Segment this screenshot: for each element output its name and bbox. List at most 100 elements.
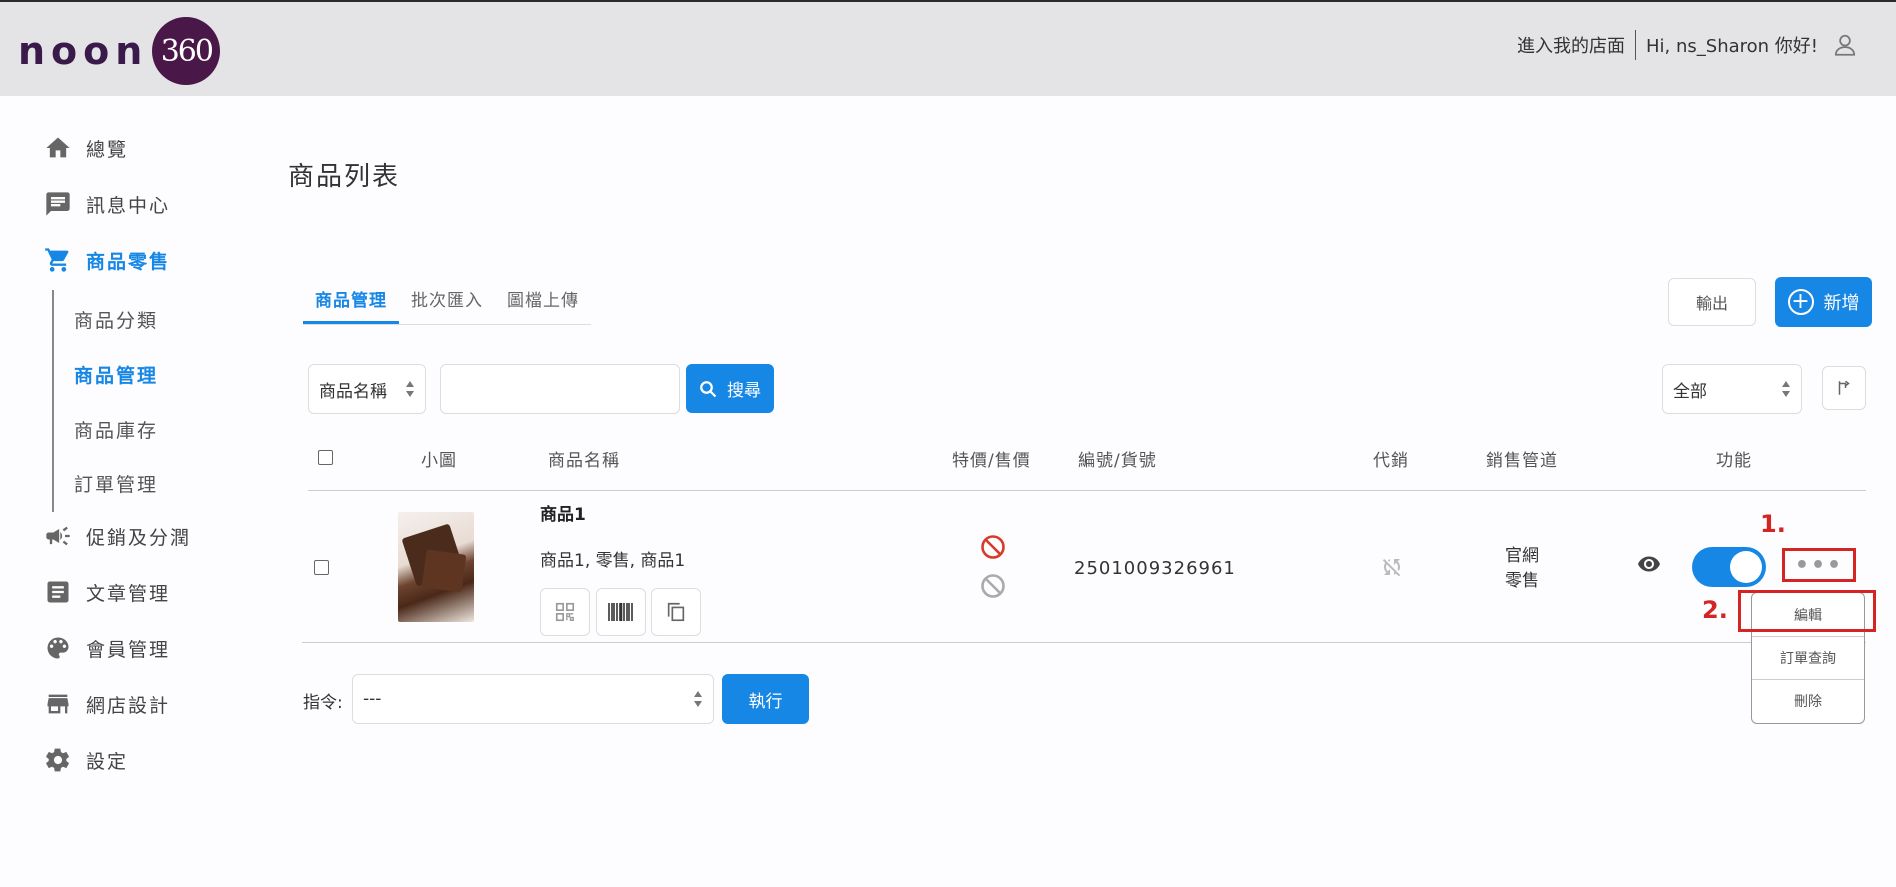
greeting-text: Hi, ns_Sharon 你好!: [1646, 36, 1818, 57]
add-button-label: 新增: [1823, 293, 1860, 314]
sidebar-subitem-inventory[interactable]: 商品庫存: [74, 416, 158, 443]
sidebar-item-label: 訊息中心: [86, 194, 171, 217]
column-header-channel: 銷售管道: [1486, 451, 1558, 471]
annotation-step-2: 2.: [1702, 596, 1728, 624]
edit-highlight-box: [1738, 590, 1876, 632]
header-divider: [308, 490, 1866, 491]
row-checkbox[interactable]: [314, 560, 329, 575]
top-bar: noon 360 進入我的店面 Hi, ns_Sharon 你好!: [0, 0, 1896, 96]
sidebar-item-articles[interactable]: 文章管理: [44, 578, 170, 606]
product-sku: 2501009326961: [1074, 558, 1236, 579]
menu-separator: [1752, 636, 1864, 637]
menu-separator: [1752, 679, 1864, 680]
cart-icon: [45, 248, 69, 272]
copy-button[interactable]: [651, 588, 701, 636]
plus-circle-icon: +: [1787, 289, 1814, 315]
sidebar-item-label: 設定: [86, 750, 129, 773]
sidebar-subitem-categories[interactable]: 商品分類: [74, 306, 158, 333]
sales-channel-line: 零售: [1505, 571, 1539, 591]
product-thumbnail[interactable]: [398, 512, 474, 622]
sidebar-item-store-design[interactable]: 網店設計: [44, 690, 170, 718]
logo-mark: 360: [152, 17, 221, 85]
no-sale-price-icon: [981, 574, 1005, 598]
tab-bar: 商品管理 批次匯入 圖檔上傳: [303, 282, 591, 325]
sidebar-item-label: 總覽: [86, 138, 129, 161]
preview-eye-icon[interactable]: [1634, 552, 1664, 576]
sidebar-item-members[interactable]: 會員管理: [44, 634, 170, 662]
sidebar-item-retail[interactable]: 商品零售: [44, 246, 170, 274]
sidebar-item-label: 商品零售: [86, 250, 171, 273]
sidebar-subitem-product-management[interactable]: 商品管理: [74, 361, 158, 388]
search-field-select[interactable]: 商品名稱: [308, 364, 426, 414]
command-select[interactable]: ---: [352, 674, 714, 724]
add-button[interactable]: + 新增: [1775, 277, 1872, 327]
sidebar-item-messages[interactable]: 訊息中心: [44, 190, 170, 218]
sidebar-item-promotions[interactable]: 促銷及分潤: [44, 522, 191, 550]
product-subtitle: 商品1, 零售, 商品1: [540, 551, 686, 571]
qr-code-icon: [555, 602, 575, 622]
chocolate-shape: [421, 549, 467, 593]
tab-product-management[interactable]: 商品管理: [303, 282, 399, 324]
sidebar-item-label: 網店設計: [86, 694, 171, 717]
user-icon[interactable]: [1832, 32, 1858, 58]
column-header-actions: 功能: [1716, 451, 1752, 471]
sort-arrows-icon: [406, 381, 414, 397]
column-header-name: 商品名稱: [548, 451, 620, 471]
copy-icon: [667, 602, 685, 622]
product-name[interactable]: 商品1: [540, 500, 586, 525]
command-label: 指令:: [303, 693, 343, 713]
menu-item-delete[interactable]: 刪除: [1752, 691, 1864, 711]
sidebar-item-label: 促銷及分潤: [86, 526, 192, 549]
search-icon: [700, 380, 717, 397]
sort-arrows-icon: [1782, 381, 1790, 397]
message-icon: [46, 192, 70, 216]
qr-code-button[interactable]: [540, 588, 590, 636]
barcode-button[interactable]: [596, 588, 646, 636]
more-actions-button[interactable]: •••: [1782, 548, 1856, 582]
export-button[interactable]: 輸出: [1668, 278, 1756, 326]
sidebar-item-label: 文章管理: [86, 582, 171, 605]
column-header-sku: 編號/貨號: [1078, 451, 1157, 471]
tab-image-upload[interactable]: 圖檔上傳: [495, 282, 591, 324]
product-enabled-toggle[interactable]: [1692, 547, 1766, 587]
gear-icon: [46, 748, 69, 772]
logo-text: noon: [18, 29, 149, 73]
sync-disabled-icon: [1382, 559, 1401, 577]
megaphone-icon: [46, 526, 70, 546]
store-icon: [47, 694, 69, 714]
execute-button[interactable]: 執行: [722, 674, 809, 724]
header-divider: [1635, 30, 1636, 60]
column-header-thumbnail: 小圖: [421, 451, 457, 471]
select-all-checkbox[interactable]: [318, 450, 333, 465]
branch-icon: [1838, 380, 1850, 395]
enter-store-link[interactable]: 進入我的店面: [1517, 32, 1625, 58]
status-filter-value: 全部: [1673, 381, 1707, 402]
page-title: 商品列表: [288, 162, 401, 192]
article-icon: [47, 581, 69, 603]
sort-button[interactable]: [1822, 366, 1866, 410]
palette-icon: [47, 637, 69, 659]
sidebar-item-settings[interactable]: 設定: [44, 746, 128, 774]
sidebar-subitem-orders[interactable]: 訂單管理: [74, 470, 158, 497]
sales-channel: 官網 零售: [1505, 544, 1539, 594]
column-header-consignment: 代銷: [1373, 451, 1409, 471]
menu-item-order-query[interactable]: 訂單查詢: [1752, 648, 1864, 668]
search-button-label: 搜尋: [727, 381, 761, 401]
sort-arrows-icon: [694, 691, 702, 707]
sidebar-item-overview[interactable]: 總覽: [44, 134, 128, 162]
column-header-price: 特價/售價: [952, 451, 1031, 471]
command-select-value: ---: [363, 689, 382, 709]
row-divider: [302, 642, 1866, 643]
submenu-line: [52, 290, 54, 512]
toggle-knob: [1730, 551, 1762, 583]
logo[interactable]: noon 360: [18, 16, 221, 86]
sidebar-item-label: 會員管理: [86, 638, 171, 661]
search-input[interactable]: [440, 364, 680, 414]
barcode-icon: [608, 603, 633, 621]
tab-batch-import[interactable]: 批次匯入: [399, 282, 495, 324]
annotation-step-1: 1.: [1760, 510, 1786, 538]
search-field-select-value: 商品名稱: [319, 381, 387, 402]
sales-channel-line: 官網: [1505, 546, 1539, 566]
search-button[interactable]: 搜尋: [686, 364, 774, 413]
status-filter-select[interactable]: 全部: [1662, 364, 1802, 414]
